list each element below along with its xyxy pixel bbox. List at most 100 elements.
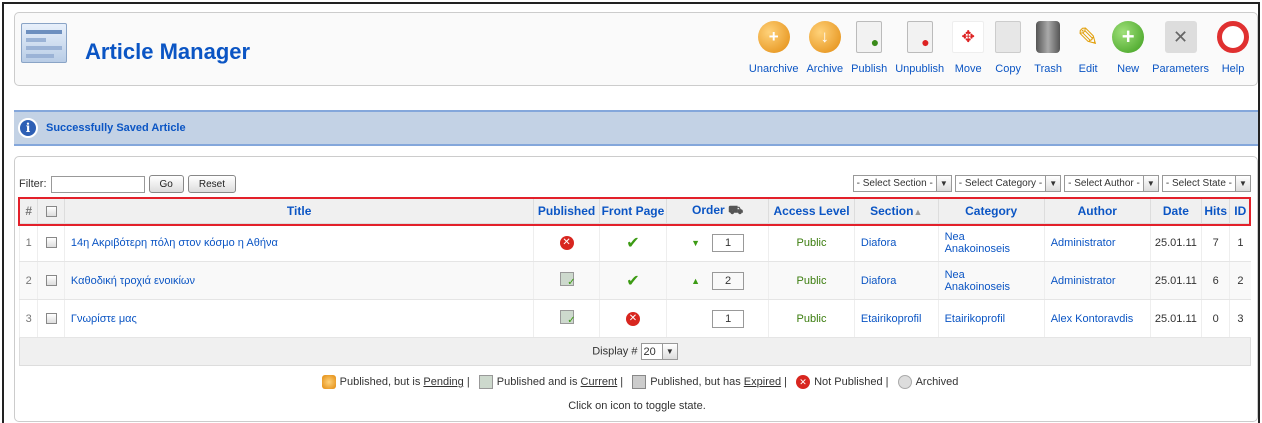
go-button[interactable]: Go — [148, 175, 184, 193]
col-category-label: Category — [965, 203, 1018, 218]
select-state[interactable]: - Select State - ▼ — [1161, 175, 1251, 192]
filter-input[interactable] — [50, 175, 145, 193]
order-up-icon[interactable]: ▲ — [691, 276, 700, 286]
parameters-icon: ✕ — [1164, 21, 1197, 53]
published-current-icon[interactable] — [559, 272, 576, 288]
table-row: 1 14η Ακριβότερη πόλη στον κόσμο η Αθήνα… — [18, 223, 1251, 262]
publish-button[interactable]: ● Publish — [847, 21, 891, 75]
state-legend: Published, but is Pending | Published an… — [15, 375, 1259, 389]
edit-button[interactable]: ✎ Edit — [1068, 21, 1108, 76]
trash-icon — [1036, 21, 1061, 53]
col-id-label: ID — [1234, 203, 1247, 218]
message-text: Successfully Saved Article — [46, 122, 186, 134]
checkmark-icon[interactable]: ✔ — [626, 235, 639, 252]
col-frontpage[interactable]: Front Page — [598, 197, 668, 224]
article-title-link[interactable]: Καθοδική τροχιά ενοικίων — [71, 275, 195, 287]
publish-label: Publish — [851, 63, 888, 75]
current-icon — [478, 375, 493, 389]
unarchive-button[interactable]: + Unarchive — [745, 21, 803, 75]
article-title-link[interactable]: 14η Ακριβότερη πόλη στον κόσμο η Αθήνα — [71, 237, 278, 249]
row-id: 1 — [1229, 223, 1251, 262]
order-input[interactable]: 1 — [712, 233, 745, 252]
select-section[interactable]: - Select Section - ▼ — [852, 175, 952, 192]
section-link[interactable]: Etairikoprofil — [861, 313, 922, 325]
row-checkbox[interactable] — [45, 237, 57, 249]
col-published[interactable]: Published — [533, 197, 600, 224]
col-section-label: Section — [870, 203, 914, 218]
order-down-icon[interactable]: ▼ — [691, 238, 700, 248]
col-category[interactable]: Category — [937, 197, 1045, 224]
save-order-icon[interactable]: ⛟ — [728, 203, 743, 217]
order-input[interactable]: 2 — [712, 271, 745, 290]
display-limit-select[interactable]: 20 ▼ — [640, 343, 678, 360]
col-frontpage-label: Front Page — [601, 203, 665, 218]
row-title-cell: 14η Ακριβότερη πόλη στον κόσμο η Αθήνα — [63, 223, 534, 262]
row-author: Administrator — [1043, 261, 1151, 300]
row-access[interactable]: Public — [768, 223, 855, 262]
filter-selects: - Select Section - ▼ - Select Category - ▼… — [852, 175, 1251, 192]
select-category[interactable]: - Select Category - ▼ — [954, 175, 1062, 192]
not-published-icon[interactable]: ✕ — [559, 235, 574, 250]
author-link[interactable]: Alex Kontoravdis — [1051, 313, 1134, 325]
table-row: 3 Γνωρίστε μας ✕ 1 Public Etairikoprofil… — [18, 299, 1251, 338]
author-link[interactable]: Administrator — [1051, 237, 1116, 249]
select-section-value: - Select Section - — [856, 178, 933, 189]
category-link[interactable]: Nea Anakoinoseis — [945, 231, 1010, 255]
archive-label: Archive — [806, 63, 844, 75]
col-hits-label: Hits — [1204, 203, 1228, 218]
col-id[interactable]: ID — [1229, 197, 1251, 224]
col-select-all — [37, 197, 65, 224]
published-current-icon[interactable] — [559, 310, 576, 326]
select-all-checkbox[interactable] — [45, 205, 57, 217]
copy-button[interactable]: Copy — [988, 21, 1028, 75]
new-icon: + — [1112, 21, 1145, 53]
copy-label: Copy — [995, 63, 1021, 75]
new-button[interactable]: + New — [1108, 21, 1148, 75]
row-checkbox[interactable] — [45, 275, 57, 287]
col-author[interactable]: Author — [1043, 197, 1151, 224]
move-button[interactable]: ✥ Move — [948, 21, 988, 75]
unpublish-button[interactable]: ● Unpublish — [891, 21, 948, 75]
trash-label: Trash — [1034, 63, 1062, 75]
not-frontpage-icon[interactable]: ✕ — [625, 311, 640, 326]
info-icon: i — [18, 118, 38, 138]
col-hits[interactable]: Hits — [1200, 197, 1231, 224]
edit-label: Edit — [1078, 63, 1098, 75]
category-link[interactable]: Nea Anakoinoseis — [945, 269, 1010, 293]
archive-button[interactable]: ↓ Archive — [802, 21, 847, 75]
main-frame: Article Manager + Unarchive ↓ Archive ● … — [2, 2, 1260, 423]
col-title[interactable]: Title — [63, 197, 535, 224]
section-link[interactable]: Diafora — [861, 237, 896, 249]
col-access[interactable]: Access Level — [768, 197, 855, 224]
checkmark-icon[interactable]: ✔ — [626, 273, 639, 290]
parameters-button[interactable]: ✕ Parameters — [1148, 21, 1213, 75]
row-access[interactable]: Public — [768, 261, 855, 300]
col-date[interactable]: Date — [1149, 197, 1202, 224]
row-order: ▼ 1 — [666, 223, 769, 262]
order-input[interactable]: 1 — [712, 309, 745, 328]
toolbar: Article Manager + Unarchive ↓ Archive ● … — [14, 12, 1258, 86]
col-section[interactable]: Section▲ — [853, 197, 939, 224]
row-hits: 7 — [1200, 223, 1230, 262]
category-link[interactable]: Etairikoprofil — [945, 313, 1006, 325]
row-date: 25.01.11 — [1149, 223, 1202, 262]
help-button[interactable]: Help — [1213, 21, 1253, 75]
author-link[interactable]: Administrator — [1051, 275, 1116, 287]
row-access[interactable]: Public — [768, 299, 855, 338]
select-author[interactable]: - Select Author - ▼ — [1064, 175, 1159, 192]
row-author: Alex Kontoravdis — [1043, 299, 1151, 338]
display-label: Display # — [592, 345, 638, 358]
row-category: Nea Anakoinoseis — [937, 261, 1045, 300]
section-link[interactable]: Diafora — [861, 275, 896, 287]
row-date: 25.01.11 — [1149, 261, 1202, 300]
row-checkbox[interactable] — [45, 313, 57, 325]
trash-button[interactable]: Trash — [1028, 21, 1068, 75]
chevron-down-icon: ▼ — [661, 344, 677, 359]
col-order[interactable]: Order ⛟ — [666, 197, 770, 224]
row-category: Etairikoprofil — [937, 299, 1045, 338]
article-title-link[interactable]: Γνωρίστε μας — [71, 313, 137, 325]
reset-button[interactable]: Reset — [187, 175, 236, 193]
row-frontpage: ✕ — [598, 299, 667, 338]
pagination-row: Display # 20 ▼ — [19, 337, 1251, 366]
move-label: Move — [954, 63, 982, 75]
